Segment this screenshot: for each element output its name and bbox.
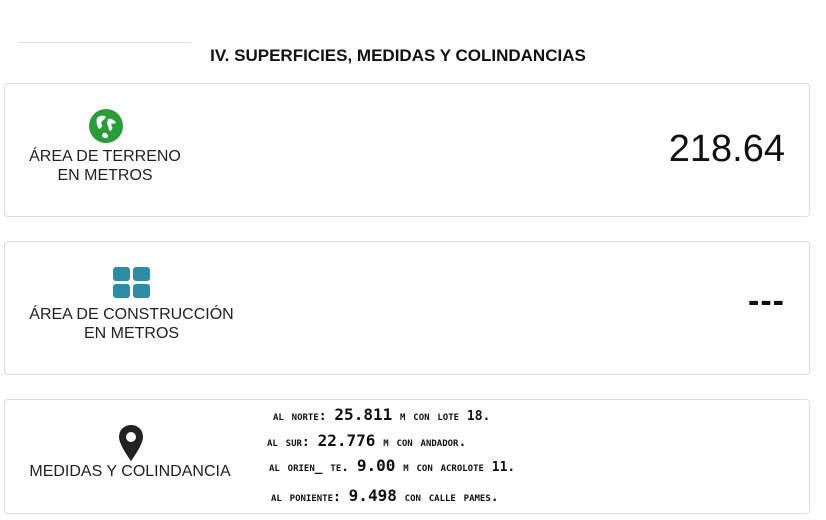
construction-area-label-line2: EN METROS xyxy=(83,325,180,342)
land-area-value: 218.64 xyxy=(668,128,785,170)
boundary-north-suffix: m con lote 18. xyxy=(392,409,491,424)
land-area-label-line2: EN METROS xyxy=(57,167,153,184)
boundaries-card: MEDIDAS Y COLINDANCIA al norte: 25.811 m… xyxy=(4,399,810,514)
boundary-east-suffix: m con acrolote 11. xyxy=(395,460,516,475)
construction-area-label: ÁREA DE CONSTRUCCIÓN EN METROS xyxy=(25,305,238,343)
boundary-south: al sur: 22.776 m con andador. xyxy=(267,431,466,450)
boundary-east-number: 9.00 xyxy=(356,456,396,475)
land-area-card: ÁREA DE TERRENO EN METROS 218.64 xyxy=(4,83,810,217)
boundary-east: al orien_ te. 9.00 m con acrolote 11. xyxy=(269,456,515,475)
boundary-south-prefix: al sur: xyxy=(267,435,318,450)
section-title: IV. SUPERFICIES, MEDIDAS Y COLINDANCIAS xyxy=(210,46,586,65)
land-area-label-line1: ÁREA DE TERRENO xyxy=(29,148,181,165)
land-area-label: ÁREA DE TERRENO EN METROS xyxy=(25,147,185,185)
boundary-west: al poniente: 9.498 con calle pames. xyxy=(271,486,499,505)
boundary-south-number: 22.776 xyxy=(317,431,376,450)
grid-icon xyxy=(113,267,151,300)
boundary-south-suffix: m con andador. xyxy=(375,435,467,450)
boundary-west-suffix: con calle pames. xyxy=(396,490,499,505)
construction-area-value: --- xyxy=(748,282,785,320)
boundary-west-prefix: al poniente: xyxy=(271,490,349,505)
construction-area-label-line1: ÁREA DE CONSTRUCCIÓN xyxy=(29,306,234,323)
boundary-west-number: 9.498 xyxy=(348,486,397,505)
construction-area-card: ÁREA DE CONSTRUCCIÓN EN METROS --- xyxy=(4,241,810,375)
boundaries-label: MEDIDAS Y COLINDANCIA xyxy=(29,463,231,480)
boundary-north: al norte: 25.811 m con lote 18. xyxy=(273,405,490,424)
top-divider xyxy=(18,42,191,43)
boundary-east-prefix: al orien_ te. xyxy=(269,460,357,475)
boundary-north-number: 25.811 xyxy=(334,405,393,424)
globe-icon xyxy=(89,109,123,143)
boundary-north-prefix: al norte: xyxy=(273,409,335,424)
map-pin-icon xyxy=(119,425,143,461)
